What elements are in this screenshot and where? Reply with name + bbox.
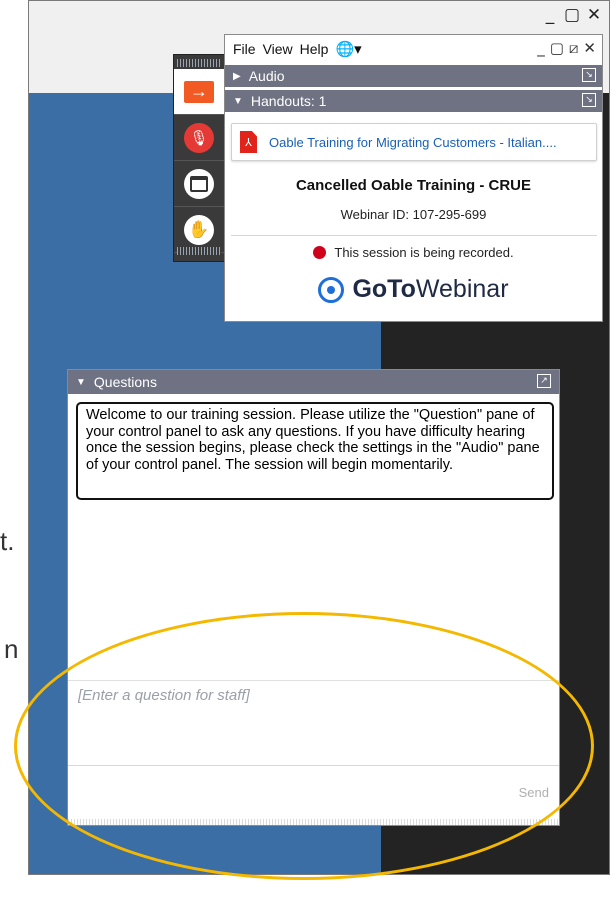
page: _ ▢ ✕ t. n → 🎙 ✋ File View Help 🌐▾ _ ▢ ⧄… xyxy=(0,0,610,899)
panel-minimize-button[interactable]: _ xyxy=(537,39,545,57)
microphone-button[interactable]: 🎙 xyxy=(174,115,224,161)
send-button[interactable]: Send xyxy=(519,785,549,800)
handout-item[interactable]: ⅄ Oable Training for Migrating Customers… xyxy=(231,123,597,161)
maximize-button[interactable]: ▢ xyxy=(563,5,581,25)
minimize-button[interactable]: _ xyxy=(541,5,559,25)
mic-muted-icon: 🎙 xyxy=(184,122,214,153)
panel-window-controls: _ ▢ ⧄ ✕ xyxy=(537,39,596,57)
collapse-panel-button[interactable]: → xyxy=(174,69,224,115)
questions-pane: ▼ Questions ↗ Welcome to our training se… xyxy=(67,369,560,826)
questions-header[interactable]: ▼ Questions ↗ xyxy=(68,370,559,394)
popout-icon[interactable]: ↗ xyxy=(537,374,551,388)
grabtab-grip-bottom[interactable] xyxy=(177,247,221,255)
webinar-id: Webinar ID: 107-295-699 xyxy=(340,207,487,222)
arrow-right-icon: → xyxy=(184,80,214,103)
collapse-triangle-icon: ▼ xyxy=(76,376,86,388)
welcome-message: Welcome to our training session. Please … xyxy=(76,402,554,500)
audio-section-header[interactable]: ▶ Audio ↘ xyxy=(225,65,602,87)
background-text-fragment: t. xyxy=(0,526,15,556)
popout-icon[interactable]: ↘ xyxy=(582,93,596,107)
recording-dot-icon xyxy=(313,246,327,259)
grabtab-toolbar: → 🎙 ✋ xyxy=(173,54,225,262)
logo-text-bold: GoTo xyxy=(352,275,416,303)
screen-icon xyxy=(184,168,214,199)
menu-help[interactable]: Help xyxy=(300,41,329,57)
questions-header-label: Questions xyxy=(93,374,157,390)
screen-button[interactable] xyxy=(174,161,224,207)
audio-section-label: Audio xyxy=(248,68,285,84)
popout-icon[interactable]: ↘ xyxy=(582,68,596,82)
menu-file[interactable]: File xyxy=(233,41,256,57)
logo-text-light: Webinar xyxy=(415,275,509,303)
window-controls: _ ▢ ✕ xyxy=(541,5,603,25)
panel-maximize-button[interactable]: ▢ xyxy=(550,39,564,57)
divider xyxy=(231,235,597,236)
grabtab-grip[interactable] xyxy=(177,59,221,67)
control-panel: File View Help 🌐▾ _ ▢ ⧄ ✕ ▶ Audio ↘ ▼ Ha… xyxy=(224,34,603,322)
recording-text: This session is being recorded. xyxy=(334,245,514,260)
gotowebinar-logo: GoTo Webinar xyxy=(225,275,602,304)
handouts-section-label: Handouts: 1 xyxy=(250,93,327,109)
handout-link[interactable]: Oable Training for Migrating Customers -… xyxy=(269,135,557,150)
panel-close-button[interactable]: ✕ xyxy=(583,39,596,57)
menu-view[interactable]: View xyxy=(263,41,293,57)
background-text-fragment: n xyxy=(4,634,19,664)
close-button[interactable]: ✕ xyxy=(585,5,603,25)
panel-restore-button[interactable]: ⧄ xyxy=(569,39,579,57)
question-input-area[interactable] xyxy=(68,680,559,766)
language-globe-icon[interactable]: 🌐▾ xyxy=(335,40,361,58)
expand-triangle-icon: ▶ xyxy=(233,70,241,82)
hand-icon: ✋ xyxy=(184,214,214,245)
collapse-triangle-icon: ▼ xyxy=(233,95,243,107)
handouts-section-header[interactable]: ▼ Handouts: 1 ↘ xyxy=(225,90,602,112)
pdf-icon: ⅄ xyxy=(240,131,257,153)
resize-grip[interactable] xyxy=(68,819,559,825)
recording-status: This session is being recorded. xyxy=(225,245,602,260)
session-title: Cancelled Oable Training - CRUE xyxy=(295,177,532,194)
gotowebinar-logo-icon xyxy=(318,276,345,303)
question-input[interactable] xyxy=(78,687,549,704)
